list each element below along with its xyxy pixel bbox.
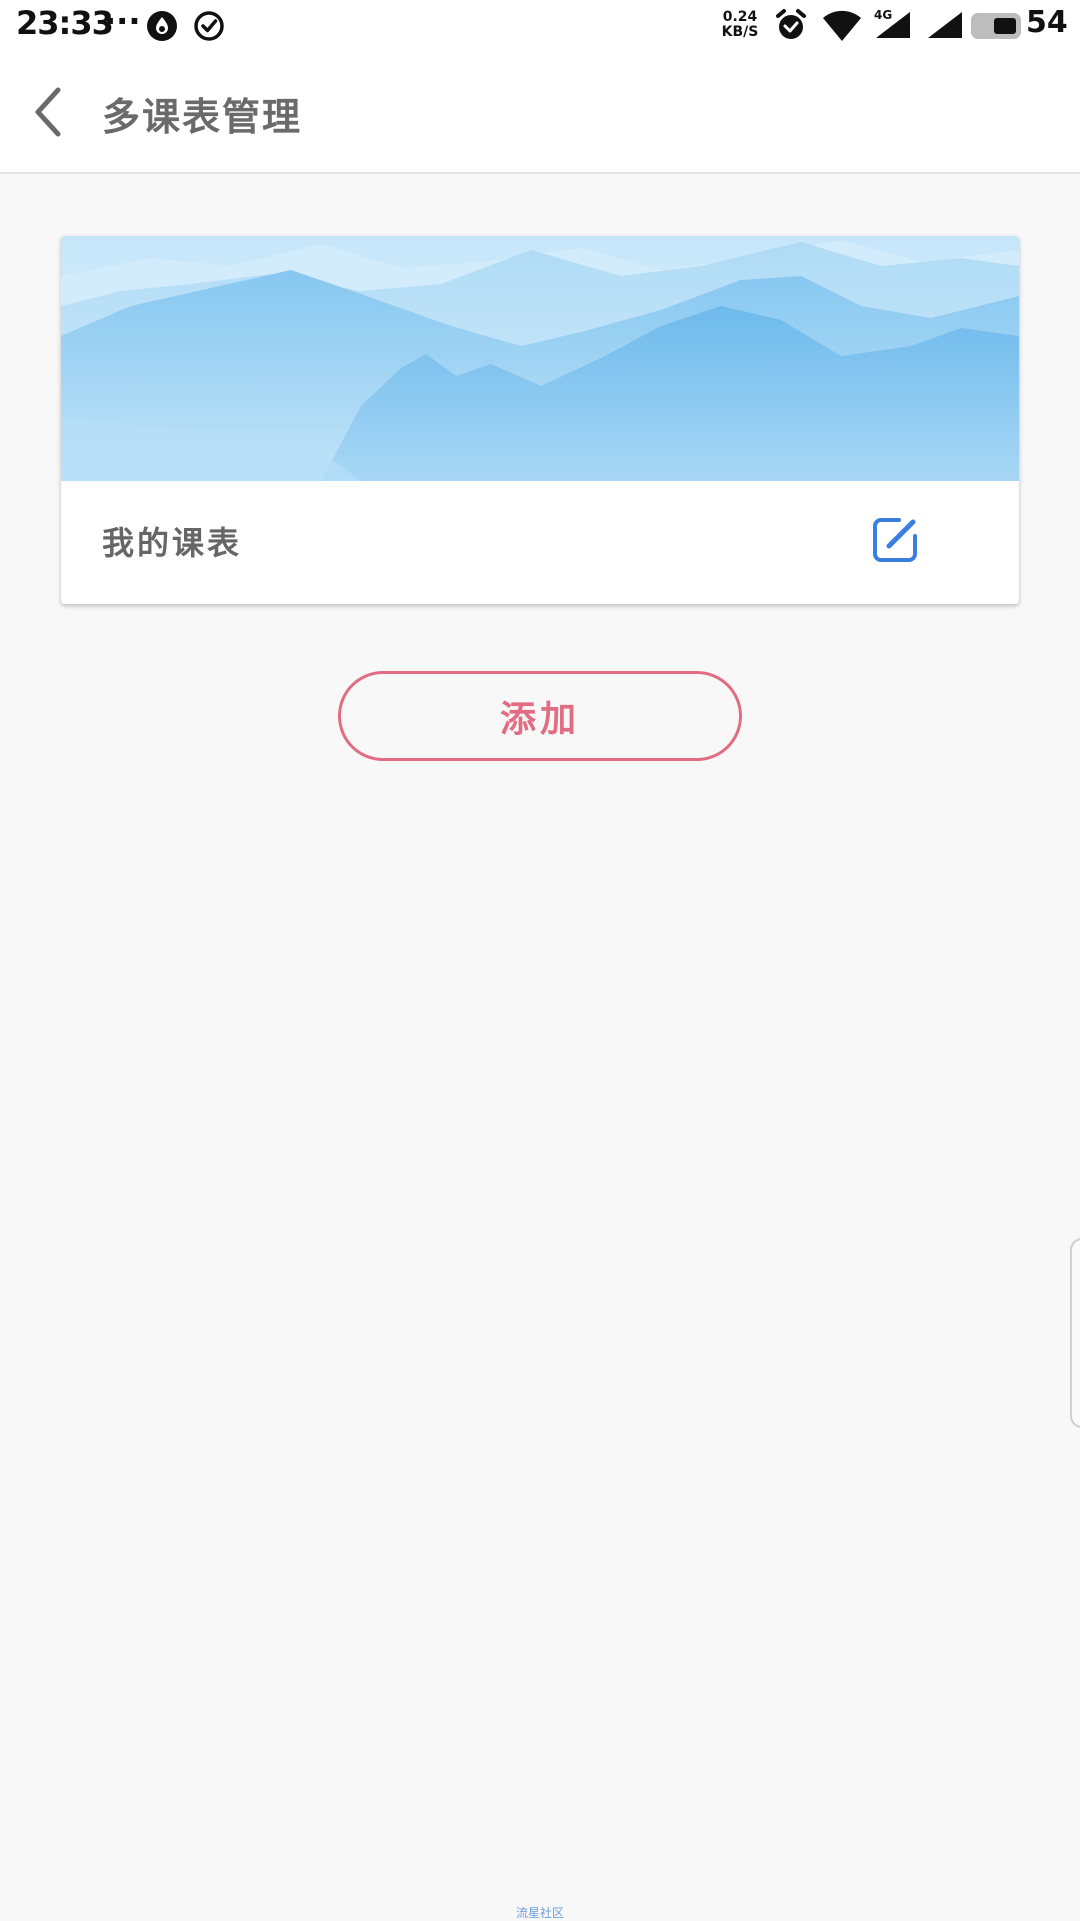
edit-schedule-button[interactable]: [869, 514, 921, 566]
check-circle-icon: [194, 11, 224, 41]
mountain-banner-image: [61, 236, 1019, 481]
wifi-icon: [823, 10, 861, 41]
more-notifications-indicator: ···: [104, 2, 141, 40]
network-speed-unit: KB/S: [721, 24, 759, 40]
edit-icon: [873, 518, 917, 562]
notification-app-icon: [147, 11, 177, 41]
battery-icon: [971, 13, 1021, 39]
back-button[interactable]: [26, 84, 76, 140]
schedule-name: 我的课表: [102, 524, 243, 562]
page-title: 多课表管理: [102, 95, 303, 139]
signal-icon: [928, 12, 962, 38]
chevron-left-icon: [35, 87, 61, 137]
add-schedule-button[interactable]: 添加: [338, 671, 742, 761]
network-type-label: 4G: [874, 8, 893, 22]
battery-level: 54: [1026, 5, 1068, 40]
network-speed: 0.24 KB/S: [716, 10, 764, 40]
side-panel-handle[interactable]: [1070, 1238, 1080, 1428]
status-time: 23:33: [16, 4, 114, 42]
network-speed-value: 0.24: [722, 9, 758, 25]
app-bar: 多课表管理: [0, 50, 1080, 174]
alarm-icon: [776, 9, 806, 39]
status-bar: 23:33 ··· 0.24 KB/S 4G 54: [0, 0, 1080, 50]
watermark: 流星社区: [515, 1906, 564, 1920]
schedule-card[interactable]: 我的课表: [61, 236, 1019, 604]
